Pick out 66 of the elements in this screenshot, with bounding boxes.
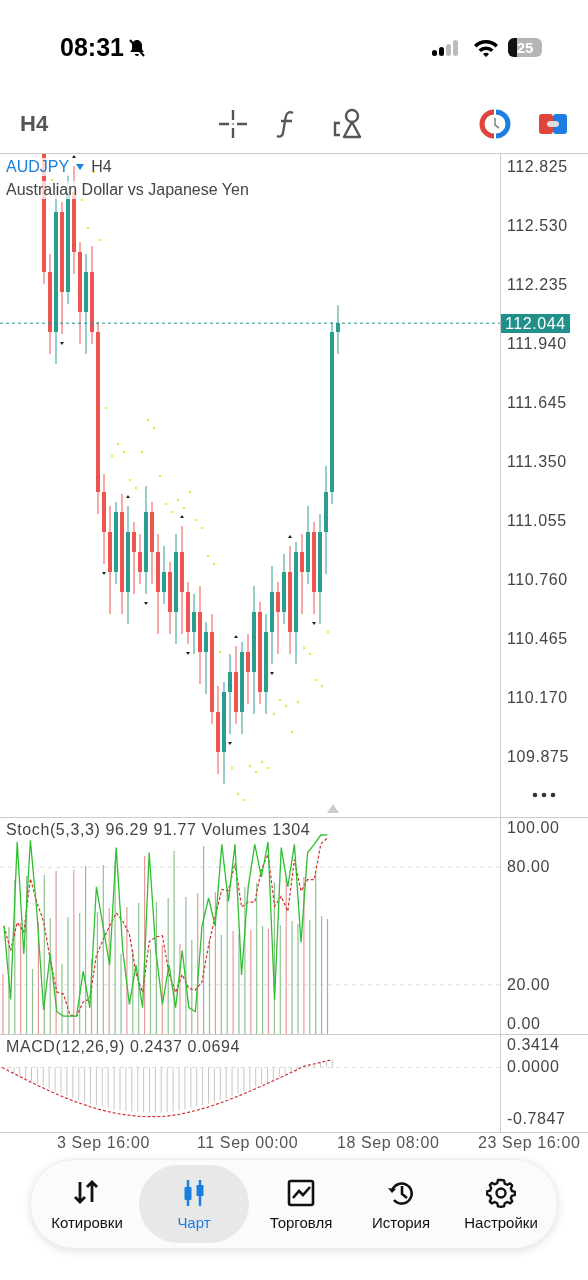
more-icon[interactable] [531,791,557,799]
clock-time: 08:31 [60,33,124,62]
fractal-down-marker [102,572,106,575]
caret-icon[interactable] [75,163,86,171]
fractal-down-marker [228,742,232,745]
price-label: 111.645 [507,394,567,412]
fractal-down-marker [144,602,148,605]
line-chart-icon [286,1177,316,1208]
volume-bar [31,968,34,1034]
nav-tab[interactable]: История [353,1165,449,1243]
macd-label: -0.7847 [507,1110,566,1128]
stochastic-label: 20.00 [507,975,551,994]
candle [336,304,340,355]
price-label: 111.350 [507,453,567,471]
fractal-up-marker [234,635,238,638]
symbol-selector[interactable]: AUDJPY [6,158,70,176]
nav-tab[interactable]: Торговля [253,1165,349,1243]
stochastic-legend: Stoch(5,3,3) 96.29 91.77 Volumes 1304 [6,821,311,839]
time-label: 18 Sep 08:00 [337,1134,440,1152]
macd-label: 0.3414 [507,1036,560,1054]
fractal-up-marker [72,155,76,158]
price-label: 110.760 [507,571,568,589]
macd-legend: MACD(12,26,9) 0.2437 0.0694 [6,1038,241,1056]
fractal-down-marker [60,342,64,345]
wifi-icon [472,37,500,58]
toggle-icon[interactable] [538,112,568,136]
current-price-tag: 112.044 [501,314,570,334]
price-label: 110.465 [507,630,568,648]
price-label: 111.940 [507,335,567,353]
stochastic-label: 0.00 [507,1015,541,1033]
crosshair-icon[interactable] [217,108,249,140]
fractal-up-marker [126,495,130,498]
battery-level: 25 [516,39,534,56]
scroll-marker-icon [327,804,339,813]
price-label: 111.055 [507,512,567,530]
price-label: 109.875 [507,748,570,766]
macd-label: 0.0000 [507,1058,560,1077]
candle [192,593,196,655]
stochastic-label: 80.00 [507,858,551,877]
price-label: 110.170 [507,689,568,707]
fractal-down-marker [312,622,316,625]
candle [282,553,286,625]
time-label: 11 Sep 00:00 [197,1134,299,1152]
fractal-up-marker [180,515,184,518]
fractal-up-marker [288,535,292,538]
price-label: 112.825 [507,158,568,176]
fractal-down-marker [186,652,190,655]
candle [186,581,190,645]
time-label: 23 Sep 16:00 [478,1134,581,1152]
price-label: 112.530 [507,217,568,235]
clock-ring-icon[interactable] [478,109,512,139]
settings-icon [486,1177,516,1208]
nav-tab[interactable]: Котировки [39,1165,135,1243]
shapes-icon[interactable] [333,108,363,140]
stochastic-label: 100.00 [507,819,560,837]
time-label: 3 Sep 16:00 [57,1134,150,1152]
fractal-down-marker [270,672,274,675]
price-label: 112.235 [507,276,568,294]
nav-tab[interactable]: Настройки [453,1165,549,1243]
chart-timeframe: H4 [91,158,112,176]
symbol-description: Australian Dollar vs Japanese Yen [6,181,249,199]
candle [162,545,166,605]
bell-muted-icon [126,37,147,58]
candle [246,633,250,705]
timeframe-button[interactable]: H4 [20,111,210,137]
candle [138,533,142,585]
